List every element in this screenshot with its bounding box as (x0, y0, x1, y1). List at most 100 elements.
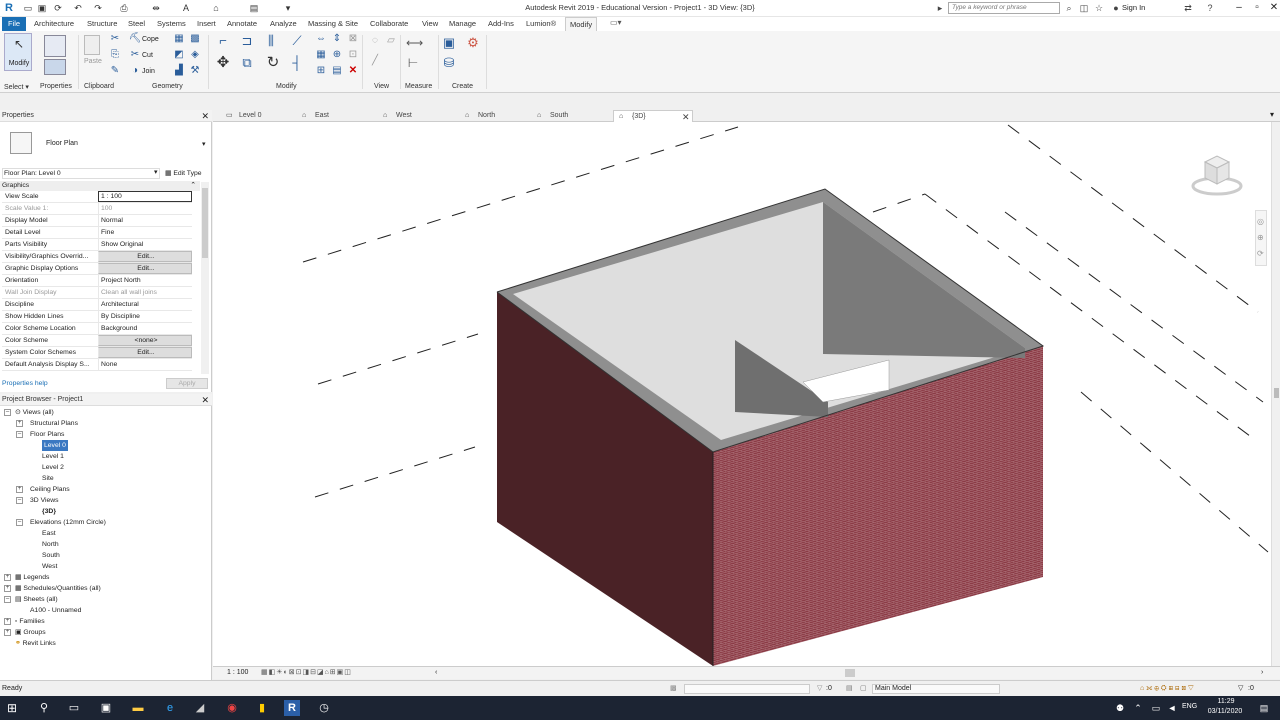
unjoin-icon[interactable]: ⊠ (346, 33, 360, 45)
cut-button[interactable]: Cut (142, 52, 153, 59)
filter-selection-icon[interactable]: ▽ (1238, 681, 1243, 696)
dimension-icon[interactable]: ⊢ (406, 57, 420, 69)
mirror-draw-icon[interactable]: ⟋ (290, 34, 304, 47)
tab-structure[interactable]: Structure (83, 17, 121, 31)
tab-file[interactable]: File (2, 17, 26, 31)
apply-button[interactable]: Apply (166, 378, 208, 389)
tab-systems[interactable]: Systems (153, 17, 190, 31)
geometry-tool-3-icon[interactable]: ◩ (172, 49, 186, 61)
type-properties-icon[interactable] (44, 35, 66, 57)
graphics-group-header[interactable]: Graphics ⌃ (0, 181, 200, 191)
tab-architecture[interactable]: Architecture (30, 17, 78, 31)
type-selector[interactable]: Floor Plan (46, 140, 78, 147)
scroll-thumb[interactable] (1274, 388, 1279, 398)
array-icon[interactable]: ▦ (314, 49, 328, 61)
collapse-toggle[interactable]: – (16, 497, 23, 504)
modify-tool-button[interactable]: ↖ Modify (4, 33, 32, 71)
ribbon-toggle-icon[interactable]: ▭▾ (610, 18, 622, 27)
selection-toggle-icons[interactable]: ⌂⟗⊕⛭⊞⊟⊠▽ (1140, 681, 1196, 696)
vg-edit-button[interactable]: Edit... (98, 251, 192, 262)
undo-icon[interactable]: ↶ (72, 2, 84, 14)
collapse-icon[interactable]: ⌃ (190, 181, 196, 191)
create-group-icon[interactable]: ⛁ (442, 56, 456, 69)
tree-structural-plans[interactable]: Structural Plans (30, 418, 78, 429)
clock-time[interactable]: 11:29 (1208, 698, 1244, 705)
design-option-icon[interactable]: ▤ (846, 681, 853, 696)
editable-only-icon[interactable]: ▢ (860, 681, 867, 696)
mirror-axis-icon[interactable]: ⫼ (264, 34, 278, 47)
tray-chevron-icon[interactable]: ⌃ (1130, 700, 1146, 716)
text-icon[interactable]: A (180, 2, 192, 14)
trim-icon[interactable]: ┤ (290, 56, 304, 69)
measure-icon[interactable]: ⇹ (150, 2, 162, 14)
prop-value[interactable]: Architectural (98, 299, 192, 311)
zoom-icon[interactable]: ⊕ (1257, 233, 1264, 242)
close-window-button[interactable]: ✕ (1263, 0, 1280, 16)
volume-icon[interactable]: ◄ (1164, 700, 1180, 716)
pin-icon[interactable]: ⊕ (330, 49, 344, 61)
expand-toggle[interactable]: + (4, 629, 11, 636)
tab-view[interactable]: View (418, 17, 442, 31)
edge-icon[interactable]: e (162, 700, 178, 716)
copy-icon[interactable]: ⧉ (240, 56, 254, 69)
paint-icon[interactable]: ▟ (172, 65, 186, 77)
navigation-bar[interactable]: ◎ ⊕ ⟳ (1255, 210, 1267, 266)
view-tab-south[interactable]: ⌂ South (532, 110, 612, 122)
file-explorer-icon[interactable]: ▬ (130, 700, 146, 716)
prop-value[interactable]: Background (98, 323, 192, 335)
binoculars-icon[interactable]: ⌕ (1063, 2, 1075, 14)
join-button[interactable]: Join (142, 68, 155, 75)
expand-toggle[interactable]: + (4, 585, 11, 592)
tree-item-west[interactable]: West (42, 561, 57, 572)
tree-item-level-0[interactable]: Level 0 (42, 440, 68, 451)
tree-item-south[interactable]: South (42, 550, 60, 561)
delete-icon[interactable]: ✕ (346, 65, 360, 77)
tree-item-east[interactable]: East (42, 528, 56, 539)
scroll-right-icon[interactable]: › (1261, 667, 1263, 679)
tab-annotate[interactable]: Annotate (223, 17, 261, 31)
3d-view-icon[interactable]: ⌂ (210, 2, 222, 14)
cope-icon[interactable]: ⛏ (128, 33, 142, 45)
view-tab-north[interactable]: ⌂ North (460, 110, 540, 122)
measure-distance-icon[interactable]: ⟷ (406, 37, 423, 49)
revit-taskbar-icon[interactable]: R (284, 700, 300, 716)
clock-app-icon[interactable]: ◷ (316, 700, 332, 716)
3d-view-canvas[interactable]: ◎ ⊕ ⟳ (213, 122, 1272, 666)
revit-logo-icon[interactable]: R (3, 2, 15, 14)
scroll-thumb[interactable] (202, 188, 208, 258)
prop-value[interactable]: None (98, 359, 192, 371)
scroll-left-icon[interactable]: ‹ (435, 667, 437, 679)
open-icon[interactable]: ▭ (22, 2, 34, 14)
cut-icon[interactable]: ✂ (128, 49, 142, 61)
type-dropdown-icon[interactable]: ▾ (202, 140, 206, 148)
tree-3d-views[interactable]: 3D Views (30, 495, 59, 506)
view-scale-label[interactable]: 1 : 100 (227, 667, 248, 679)
select-panel-label[interactable]: Select ▾ (4, 83, 29, 91)
close-properties-icon[interactable]: ✕ (201, 110, 209, 122)
tab-insert[interactable]: Insert (193, 17, 220, 31)
subscription-icon[interactable]: ◫ (1078, 2, 1090, 14)
geometry-tool-2-icon[interactable]: ▩ (188, 33, 202, 45)
join-icon[interactable]: ◑ (128, 65, 142, 77)
tree-item-level-1[interactable]: Level 1 (42, 451, 64, 462)
view-cube[interactable] (1191, 150, 1243, 198)
demolish-icon[interactable]: ⚒ (188, 65, 202, 77)
properties-help-link[interactable]: Properties help (2, 380, 48, 387)
tree-item-3d[interactable]: {3D} (42, 506, 56, 517)
help-icon[interactable]: ? (1204, 2, 1216, 14)
collapse-toggle[interactable]: – (4, 409, 11, 416)
tab-lumion[interactable]: Lumion® (522, 17, 560, 31)
pattern-icon[interactable]: ⊡ (346, 49, 360, 61)
geometry-tool-4-icon[interactable]: ◈ (188, 49, 202, 61)
create-assembly-icon[interactable]: ⚙ (466, 36, 480, 49)
exchange-icon[interactable]: ⇄ (1182, 2, 1194, 14)
orbit-icon[interactable]: ⟳ (1257, 249, 1264, 258)
tab-add-ins[interactable]: Add-Ins (484, 17, 518, 31)
windows-start-icon[interactable]: ⊞ (4, 700, 20, 716)
tree-groups[interactable]: ▣ Groups (15, 627, 46, 638)
scale-icon[interactable]: ⊞ (314, 65, 328, 77)
switch-windows-icon[interactable]: ▤ (248, 2, 260, 14)
tree-legends[interactable]: ▦ Legends (15, 572, 49, 583)
expand-toggle[interactable]: + (4, 618, 11, 625)
instance-selector[interactable]: Floor Plan: Level 0 (2, 168, 160, 179)
